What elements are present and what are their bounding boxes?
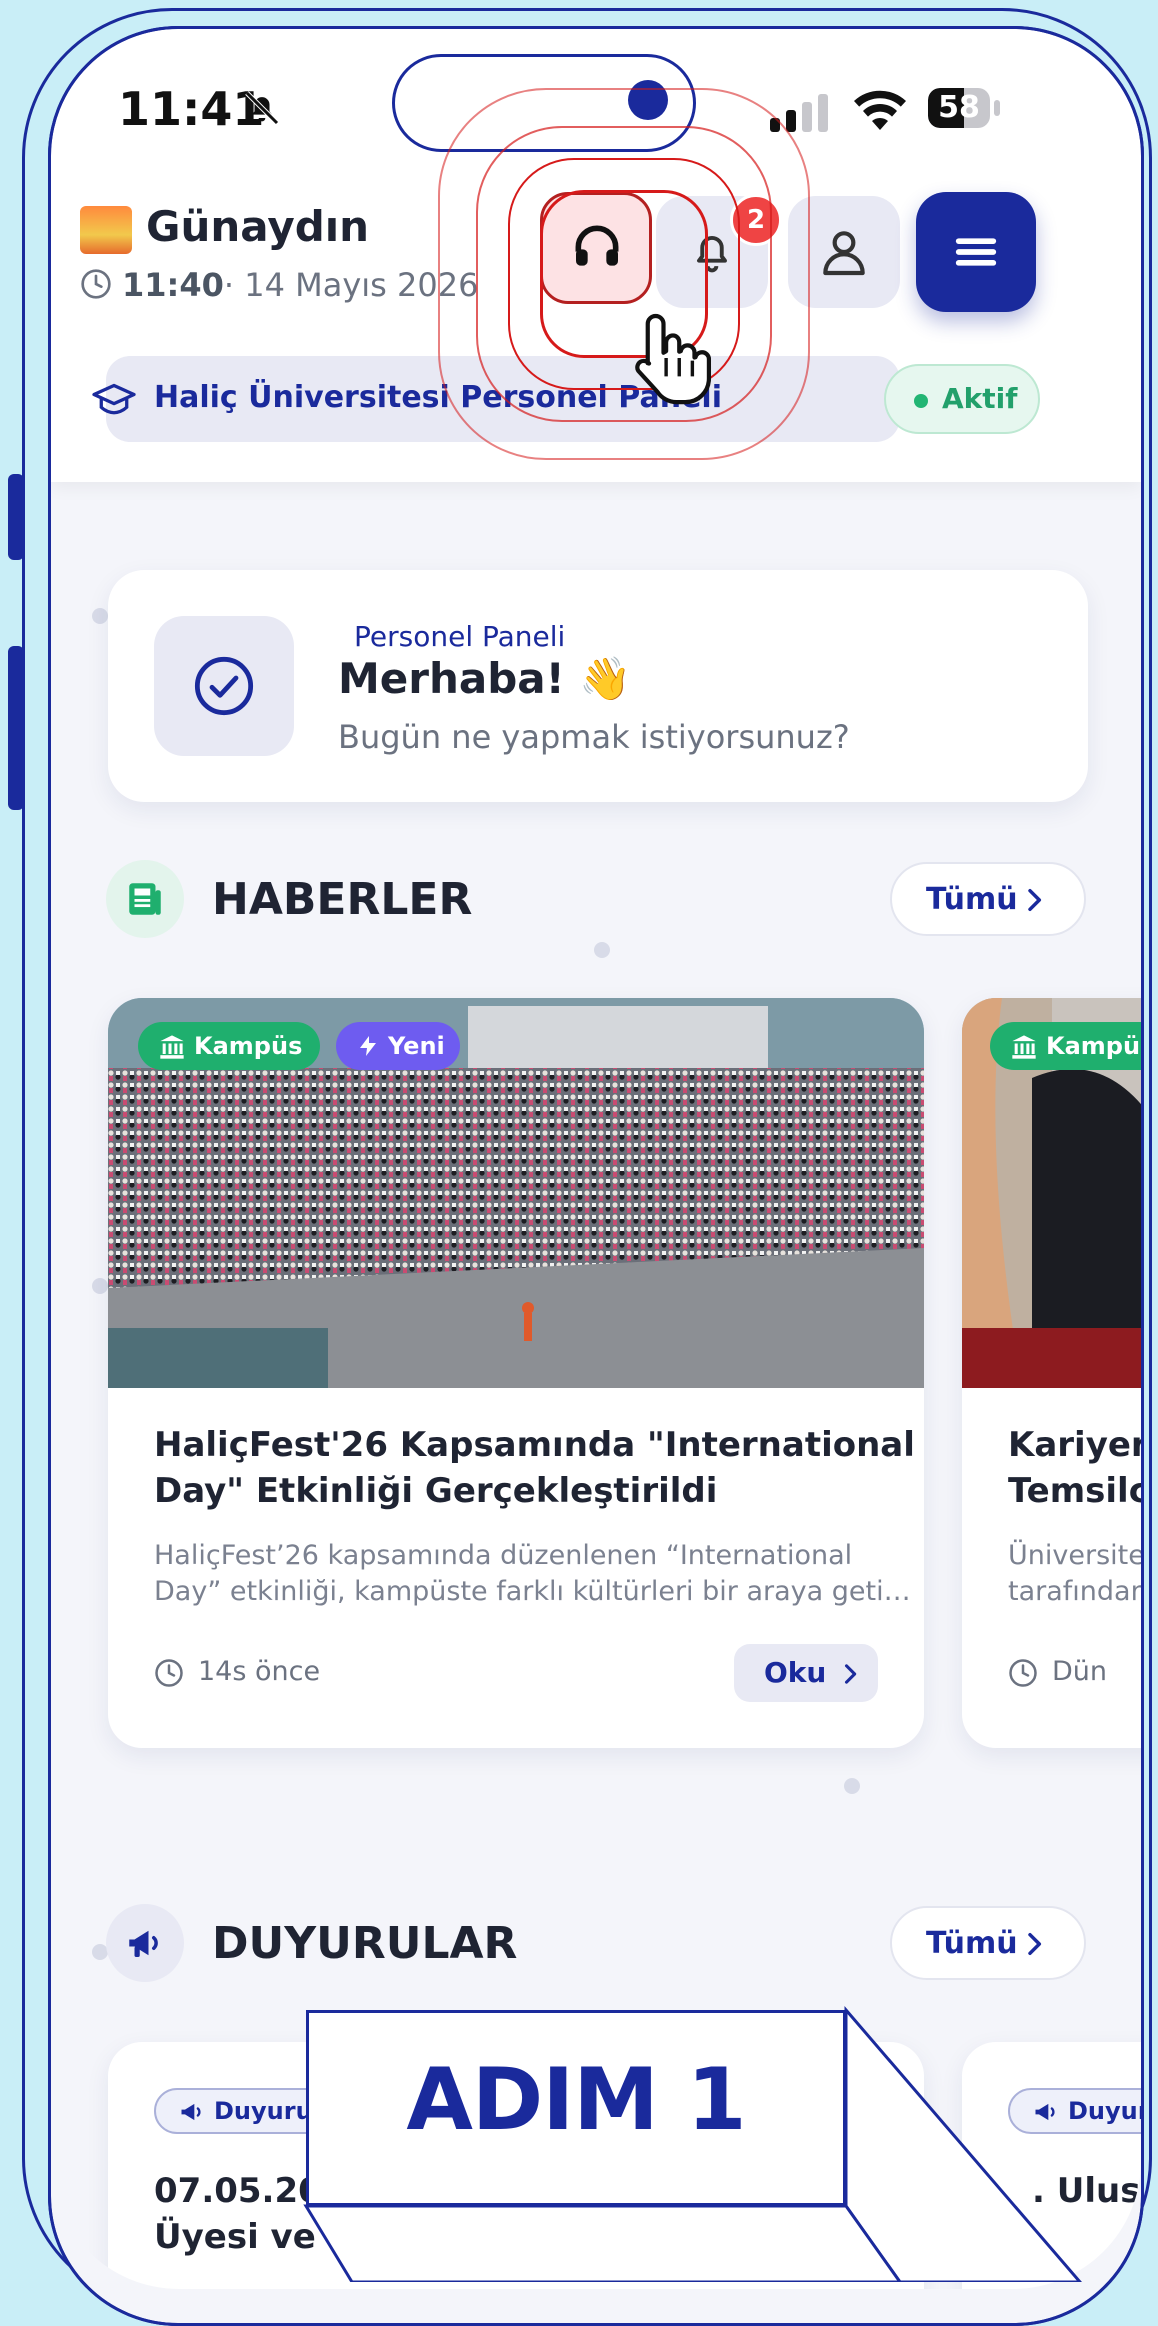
hand-pointer-icon — [635, 313, 712, 405]
side-button-volume — [8, 646, 24, 810]
step-label: ADIM 1 — [406, 2050, 746, 2150]
side-button-action — [8, 474, 24, 560]
